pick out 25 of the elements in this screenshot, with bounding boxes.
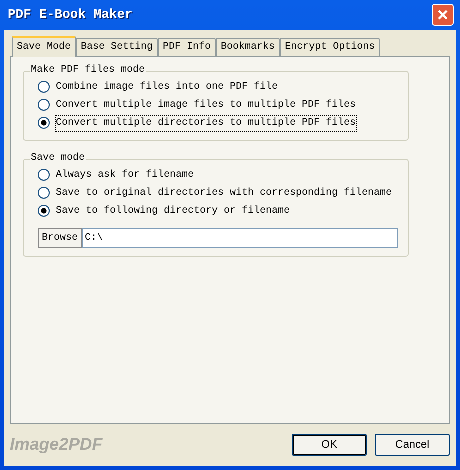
tab[interactable]: Bookmarks: [216, 38, 280, 56]
radio-button[interactable]: [38, 187, 50, 199]
radio-button[interactable]: [38, 117, 50, 129]
radio-label[interactable]: Save to following directory or filename: [56, 204, 290, 218]
radio-label[interactable]: Convert multiple image files to multiple PDF files: [56, 98, 356, 112]
radio-label[interactable]: Always ask for filename: [56, 168, 194, 182]
radio-label[interactable]: Convert multiple directories to multiple PDF files: [56, 116, 356, 130]
ok-button[interactable]: OK: [292, 434, 367, 456]
path-field[interactable]: C:\: [82, 228, 398, 248]
radio-label[interactable]: Save to original directories with corresponding filename: [56, 186, 392, 200]
tab[interactable]: Save Mode: [12, 36, 76, 57]
radio-button[interactable]: [38, 81, 50, 93]
window-title: PDF E-Book Maker: [8, 6, 133, 24]
close-button[interactable]: [432, 4, 454, 26]
tab[interactable]: PDF Info: [158, 38, 216, 56]
close-icon: [437, 9, 449, 21]
brand-text: Image2PDF: [10, 434, 103, 456]
browse-button[interactable]: Browse: [38, 228, 82, 248]
radio-button[interactable]: [38, 169, 50, 181]
tab[interactable]: Base Setting: [76, 38, 158, 56]
tab[interactable]: Encrypt Options: [280, 38, 380, 56]
radio-button[interactable]: [38, 99, 50, 111]
radio-label[interactable]: Combine image files into one PDF file: [56, 80, 278, 94]
radio-button[interactable]: [38, 205, 50, 217]
cancel-button[interactable]: Cancel: [375, 434, 450, 456]
